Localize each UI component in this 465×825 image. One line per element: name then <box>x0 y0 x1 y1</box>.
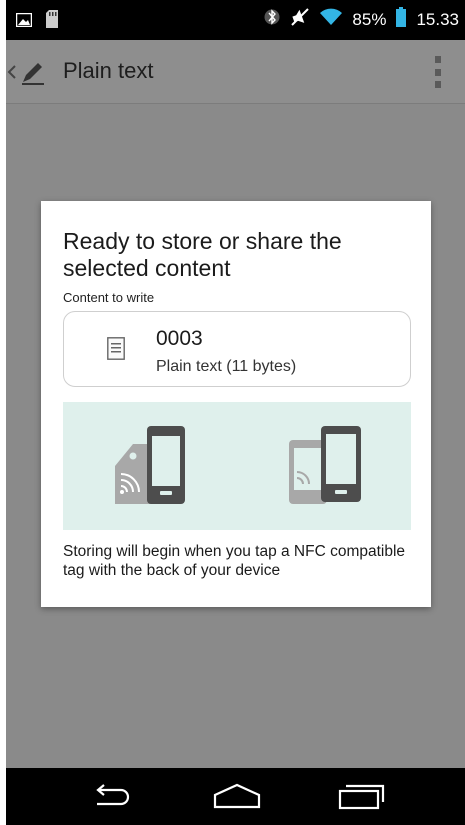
back-caret-icon[interactable] <box>6 62 18 82</box>
navigation-bar <box>6 768 465 825</box>
action-bar-title: Plain text <box>63 58 154 83</box>
screen: 85% 15.33 Plain text Ready to store or s… <box>6 0 465 825</box>
battery-percent: 85% <box>352 9 387 29</box>
document-icon <box>107 337 125 360</box>
home-icon[interactable] <box>212 782 262 814</box>
content-item-card[interactable]: 0003 Plain text (11 bytes) <box>63 311 411 387</box>
image-icon <box>15 12 33 31</box>
mute-icon <box>290 7 310 32</box>
recent-apps-icon[interactable] <box>336 782 386 814</box>
content-label: Content to write <box>63 290 155 305</box>
wifi-icon <box>320 8 343 31</box>
nfc-tag-icon <box>115 426 185 504</box>
dialog-title: Ready to store or share the selected con… <box>63 228 342 281</box>
overflow-menu-icon[interactable] <box>435 56 443 88</box>
status-right: 85% 15.33 <box>264 7 459 32</box>
back-icon[interactable] <box>89 782 133 814</box>
bluetooth-icon <box>264 7 280 32</box>
content-item-name: 0003 <box>156 327 203 350</box>
action-bar: Plain text <box>6 40 465 104</box>
sd-card-icon <box>46 10 58 32</box>
phone-to-phone-icon <box>289 426 361 504</box>
content-item-description: Plain text (11 bytes) <box>156 358 297 375</box>
status-left <box>15 10 58 32</box>
write-tag-dialog: Ready to store or share the selected con… <box>41 201 431 607</box>
nfc-illustration <box>63 402 411 530</box>
clock: 15.33 <box>416 9 459 29</box>
dialog-hint: Storing will begin when you tap a NFC co… <box>63 543 406 579</box>
battery-icon <box>396 7 407 32</box>
pencil-icon <box>20 60 46 86</box>
status-bar: 85% 15.33 <box>6 0 465 40</box>
